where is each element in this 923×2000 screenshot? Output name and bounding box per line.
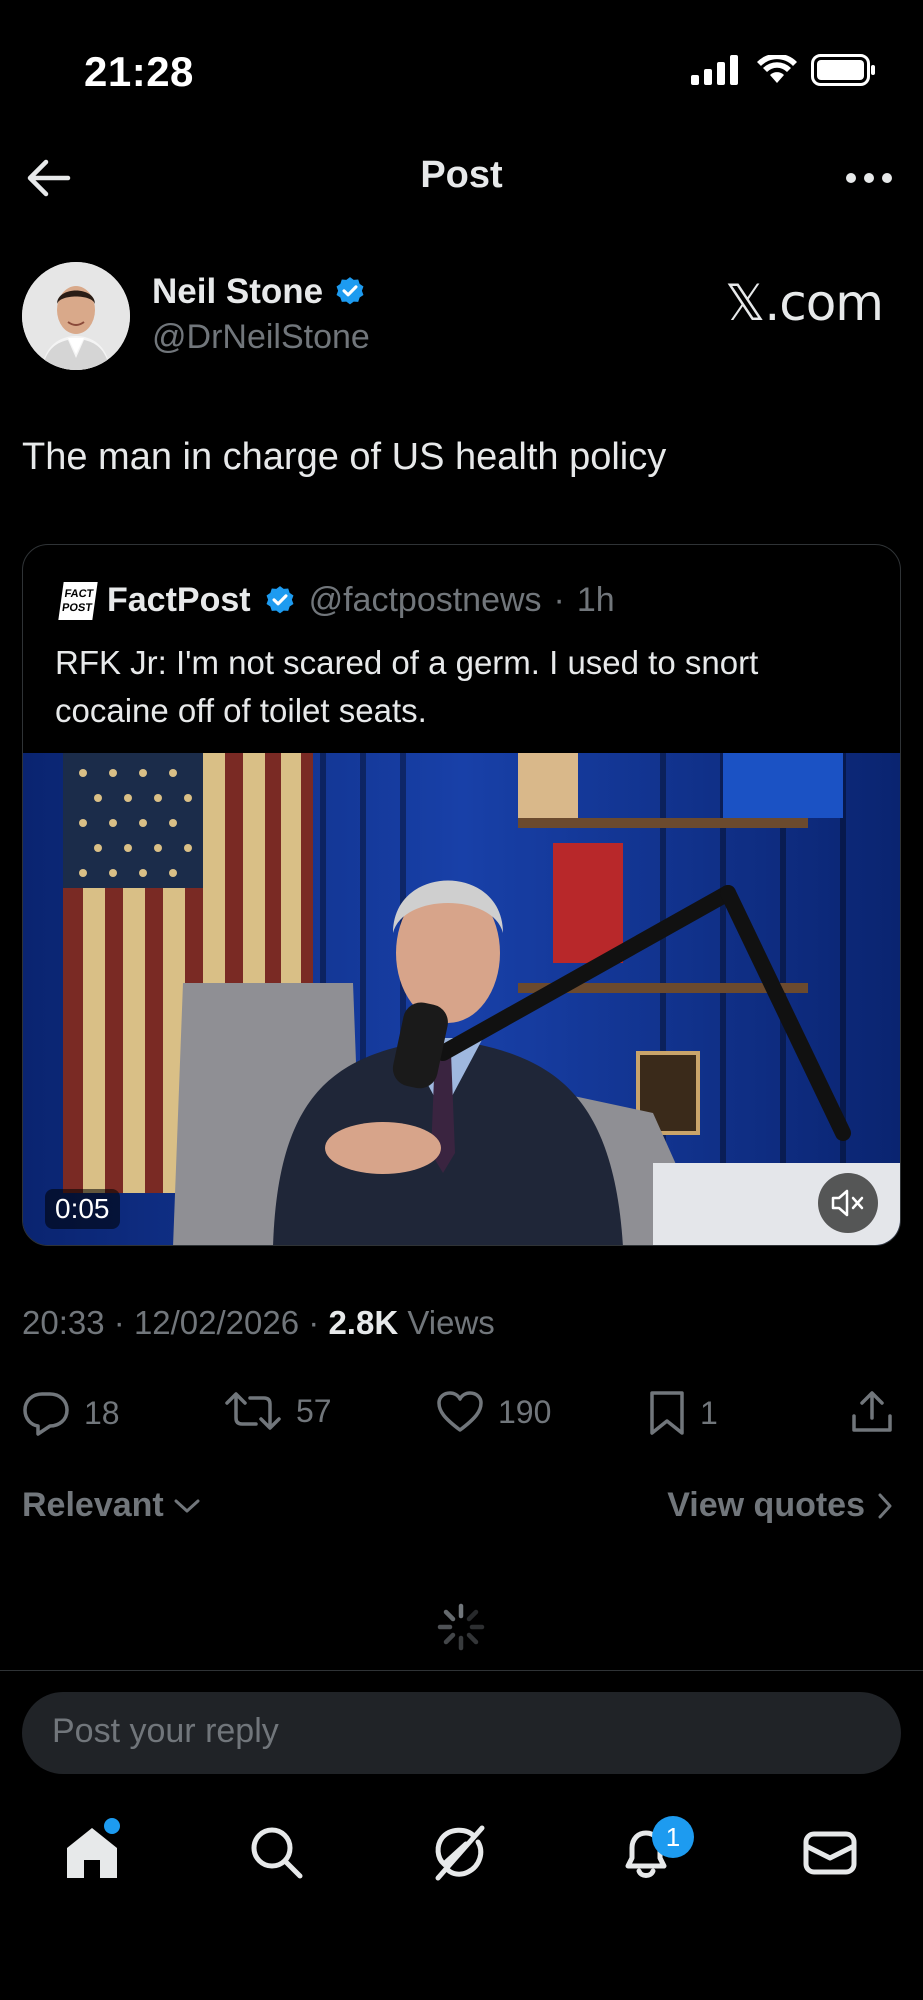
cellular-signal-icon (691, 55, 738, 85)
video-frame (23, 753, 900, 1245)
bottom-tab-bar (0, 1800, 923, 1910)
views-label: Views (407, 1304, 495, 1341)
loading-spinner-icon (437, 1603, 485, 1651)
relevance-label: Relevant (22, 1486, 164, 1524)
author-handle[interactable]: @DrNeilStone (152, 318, 370, 357)
share-icon (852, 1391, 892, 1432)
video-player[interactable]: 0:05 (23, 753, 900, 1245)
status-icons (691, 54, 877, 86)
like-button[interactable]: 190 (436, 1390, 551, 1434)
speaker-muted-icon (831, 1189, 864, 1217)
chevron-down-icon (174, 1499, 200, 1512)
reply-button[interactable]: 18 (22, 1390, 120, 1436)
reply-placeholder: Post your reply (52, 1712, 279, 1750)
author-name-text: Neil Stone (152, 272, 324, 311)
bookmark-button[interactable]: 1 (648, 1390, 718, 1436)
reply-icon (23, 1392, 69, 1436)
status-bar: 21:28 (0, 0, 923, 140)
quoted-post-text: RFK Jr: I'm not scared of a germ. I used… (55, 644, 759, 729)
reply-count: 18 (84, 1394, 120, 1431)
post-metadata: 20:33 · 12/02/2026 · 2.8K Views (22, 1304, 495, 1341)
author-avatar[interactable] (22, 262, 130, 370)
wifi-icon (757, 55, 797, 83)
share-button[interactable] (850, 1390, 894, 1434)
post-actions: 18 57 190 1 (0, 1382, 923, 1442)
quoted-post-time: 1h (576, 581, 615, 619)
repost-button[interactable]: 57 (224, 1390, 332, 1432)
status-time: 21:28 (84, 48, 194, 95)
search-icon[interactable] (246, 1822, 306, 1882)
repost-count: 57 (296, 1392, 332, 1429)
more-options-icon[interactable] (845, 166, 893, 190)
quoted-post-header: FACT POST FactPost @factpostnews · 1h (58, 581, 615, 620)
notifications-badge: 1 (652, 1816, 694, 1858)
heart-icon (437, 1391, 483, 1432)
reply-input[interactable]: Post your reply (22, 1692, 901, 1774)
battery-icon (811, 54, 875, 86)
separator-dot: · (553, 581, 565, 619)
quoted-post-card[interactable]: FACT POST FactPost @factpostnews · 1h RFK… (22, 544, 901, 1246)
verified-badge-icon (336, 277, 364, 305)
relevance-dropdown[interactable]: Relevant (22, 1486, 200, 1525)
grok-icon[interactable] (430, 1822, 490, 1882)
x-watermark: 𝕏.com (725, 274, 884, 332)
home-unread-dot (104, 1818, 120, 1834)
like-count: 190 (498, 1393, 552, 1430)
mute-button[interactable] (818, 1173, 878, 1233)
view-quotes-link[interactable]: View quotes (667, 1486, 893, 1525)
post-date: 12/02/2026 (133, 1304, 300, 1341)
post-text: The man in charge of US health policy (22, 436, 667, 478)
quoted-author-name: FactPost (107, 581, 251, 619)
view-quotes-label: View quotes (667, 1486, 865, 1524)
page-title: Post (420, 154, 503, 196)
repost-icon (225, 1392, 281, 1430)
bookmark-count: 1 (700, 1394, 718, 1431)
quoted-author-handle: @factpostnews (308, 581, 542, 619)
author-name[interactable]: Neil Stone (152, 272, 367, 312)
messages-icon[interactable] (800, 1822, 860, 1882)
bookmark-icon (650, 1391, 684, 1435)
factpost-logo: FACT POST (58, 581, 98, 620)
top-nav: Post (0, 140, 923, 214)
post-time: 20:33 (22, 1304, 105, 1341)
avatar-image (22, 262, 130, 370)
divider (0, 1670, 923, 1671)
video-duration: 0:05 (45, 1189, 120, 1229)
views-count: 2.8K (328, 1304, 399, 1341)
chevron-right-icon (878, 1493, 892, 1518)
verified-badge-icon (266, 585, 294, 613)
